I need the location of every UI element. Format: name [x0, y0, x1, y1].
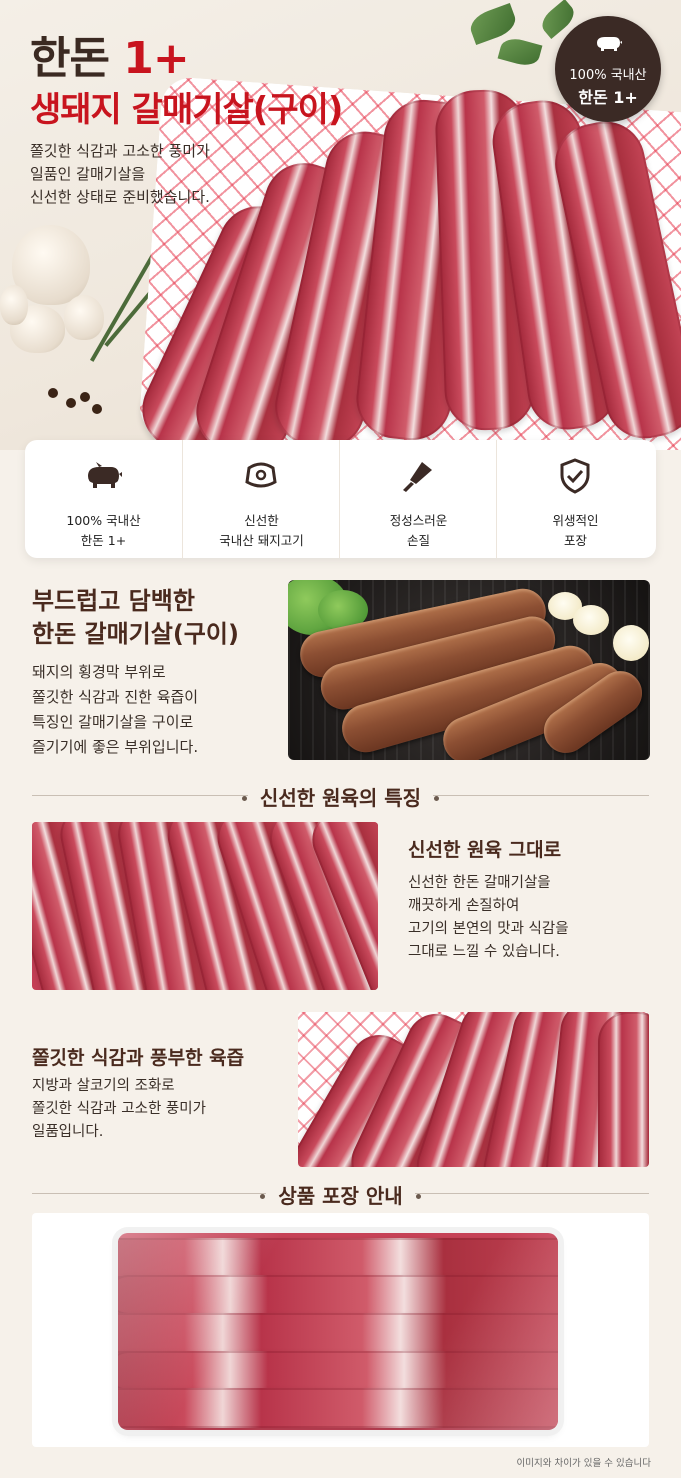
texture-feature-title: 쫄깃한 식감과 풍부한 육즙 — [32, 1047, 245, 1069]
peppercorn — [80, 392, 90, 402]
juicy-meat-image — [298, 1012, 649, 1167]
badge-origin-label: 100% 국내산 — [569, 68, 647, 83]
feature-label: 100% 국내산 — [66, 513, 141, 528]
hero-title: 한돈 1+ — [30, 22, 190, 86]
peppercorn — [66, 398, 76, 408]
origin-badge: 100% 국내산 한돈 1+ — [555, 16, 661, 122]
hero-title-grade: 1+ — [123, 33, 189, 84]
feature-label: 신선한 — [244, 513, 279, 528]
feature-card: 100% 국내산 한돈 1+ 신선한 국내산 돼지고기 정성스러운 손질 위생적… — [25, 440, 656, 558]
feature-label: 포장 — [563, 533, 587, 548]
feature-label: 정성스러운 — [389, 513, 448, 528]
feature-item: 정성스러운 손질 — [339, 440, 497, 558]
garlic-clove — [64, 295, 104, 340]
hero-subtitle: 생돼지 갈매기살(구이) — [30, 90, 343, 130]
feature-label: 위생적인 — [552, 513, 599, 528]
hero-title-prefix: 한돈 — [30, 33, 124, 84]
raw-meat-image — [129, 80, 681, 450]
feature-item: 위생적인 포장 — [496, 440, 657, 558]
peppercorn — [92, 404, 102, 414]
fresh-feature-description: 신선한 한돈 갈매기살을 깨끗하게 손질하여 고기의 본연의 맛과 식감을 그대… — [408, 875, 569, 960]
hero-description: 쫄깃한 식감과 고소한 풍미가 일품인 갈매기살을 신선한 상태로 준비했습니다… — [30, 142, 210, 206]
intro-description: 돼지의 횡경막 부위로 쫄깃한 식감과 진한 육즙이 특징인 갈매기살을 구이로… — [32, 663, 199, 756]
fresh-meat-image — [32, 822, 378, 990]
image-disclaimer: 이미지와 차이가 있을 수 있습니다 — [516, 1458, 651, 1469]
feature-label: 국내산 돼지고기 — [219, 533, 304, 548]
garlic-clove — [0, 285, 28, 325]
section-heading-text: 상품 포장 안내 — [266, 1184, 415, 1208]
hero-section: 한돈 1+ 생돼지 갈매기살(구이) 쫄깃한 식감과 고소한 풍미가 일품인 갈… — [0, 0, 681, 450]
pig-icon — [597, 37, 622, 51]
feature-label: 한돈 1+ — [80, 533, 127, 548]
texture-feature-description: 지방과 살코기의 조화로 쫄깃한 식감과 고소한 풍미가 일품입니다. — [32, 1078, 206, 1140]
section-heading-fresh: 신선한 원육의 특징 — [0, 782, 681, 811]
section-heading-package: 상품 포장 안내 — [0, 1180, 681, 1209]
grilled-meat-image — [288, 580, 650, 760]
pig-icon — [88, 462, 122, 488]
feature-item: 100% 국내산 한돈 1+ — [25, 440, 182, 558]
section-heading-text: 신선한 원육의 특징 — [247, 786, 434, 810]
vacuum-package-image — [118, 1233, 558, 1430]
badge-grade-label: 한돈 1+ — [578, 88, 638, 107]
basil-leaf — [497, 35, 543, 69]
shield-check-icon — [560, 458, 590, 494]
peppercorn — [48, 388, 58, 398]
meat-cut-icon — [245, 462, 277, 488]
knife-icon — [403, 462, 432, 492]
intro-title: 부드럽고 담백한 한돈 갈매기살(구이) — [32, 587, 239, 648]
feature-item: 신선한 국내산 돼지고기 — [182, 440, 340, 558]
fresh-feature-title: 신선한 원육 그대로 — [408, 839, 562, 861]
feature-label: 손질 — [406, 533, 430, 548]
